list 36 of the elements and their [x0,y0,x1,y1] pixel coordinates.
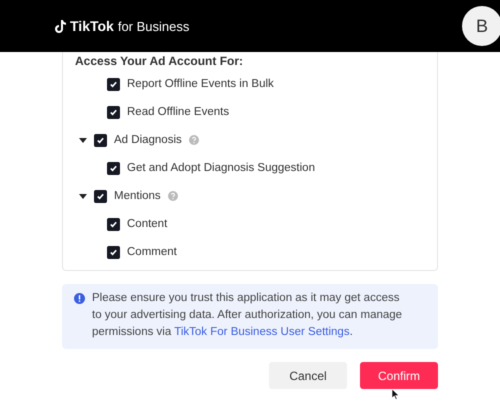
help-icon [188,135,199,145]
avatar[interactable]: B [462,6,500,46]
checkmark-icon [109,80,118,88]
cursor-icon [392,389,400,400]
notice-text: Please ensure you trust this application as it may get access to your advertising data. After authorization, you can manage permissions via TikTok For Business User Settings. [92,291,404,340]
cancel-button[interactable]: Cancel [269,362,347,389]
permission-label: Mentions [114,190,161,202]
checkbox[interactable] [94,190,107,202]
section-title: Access Your Ad Account For: [75,54,244,68]
checkmark-icon [109,220,118,228]
permission-label: Get and Adopt Diagnosis Suggestion [127,162,315,174]
checkmark-icon [96,136,105,144]
permission-label: Comment [127,246,177,258]
logo-text: TikTok [70,18,114,34]
checkbox[interactable] [107,78,120,90]
checkmark-icon [96,192,105,200]
permission-label: Report Offline Events in Bulk [127,78,274,90]
confirm-button[interactable]: Confirm [360,362,438,389]
checkbox[interactable] [107,162,120,174]
logo-subtitle: for Business [118,18,190,34]
checkmark-icon [109,108,118,116]
caret-icon[interactable] [79,136,87,144]
logo-icon [55,20,66,32]
checkbox[interactable] [107,218,120,230]
checkbox[interactable] [94,134,107,146]
permission-label: Content [127,218,168,230]
help-icon [168,191,178,201]
settings-link[interactable]: TikTok For Business User Settings [174,326,350,338]
checkmark-icon [109,248,118,256]
checkbox[interactable] [107,246,120,258]
checkmark-icon [109,164,118,172]
info-icon [74,293,85,304]
checkbox[interactable] [107,106,120,118]
permission-label: Read Offline Events [127,106,230,118]
caret-icon[interactable] [79,192,87,200]
permission-label: Ad Diagnosis [114,134,182,146]
